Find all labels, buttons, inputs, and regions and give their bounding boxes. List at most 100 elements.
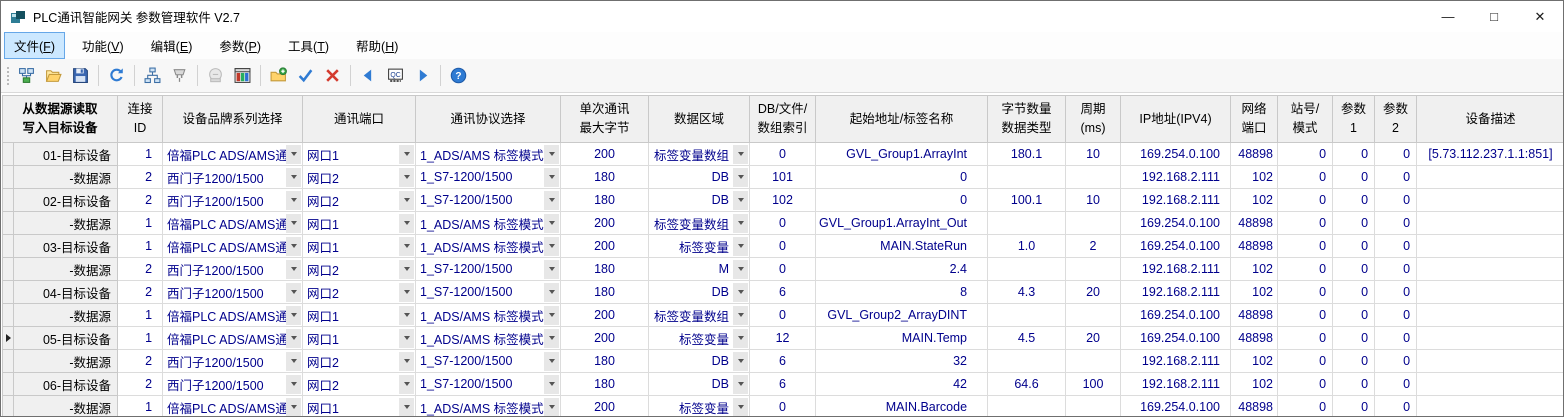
cell-param1[interactable]: 0	[1333, 304, 1375, 327]
dropdown-button[interactable]	[544, 329, 559, 348]
col-header-ip[interactable]: IP地址(IPV4)	[1121, 96, 1231, 143]
cell-conn_id[interactable]: 1	[118, 235, 163, 258]
dropdown-button[interactable]	[544, 283, 559, 302]
cell-bytes_type[interactable]: 100.1	[988, 189, 1066, 212]
dropdown-button[interactable]	[399, 329, 414, 348]
dropdown-button[interactable]	[399, 191, 414, 210]
cell-area[interactable]: 标签变量	[649, 235, 750, 258]
dropdown-button[interactable]	[544, 306, 559, 325]
cell-area[interactable]: 标签变量数组	[649, 304, 750, 327]
cell-address[interactable]: 32	[816, 350, 988, 373]
cell-port[interactable]: 网口2	[303, 258, 416, 281]
cell-ip[interactable]: 192.168.2.111	[1121, 189, 1231, 212]
dropdown-button[interactable]	[733, 283, 748, 302]
cell-port[interactable]: 网口1	[303, 235, 416, 258]
cell-conn_id[interactable]: 2	[118, 258, 163, 281]
cell-conn_id[interactable]: 1	[118, 327, 163, 350]
cell-address[interactable]: 0	[816, 189, 988, 212]
next-icon[interactable]	[410, 63, 435, 88]
connect-icon[interactable]	[14, 63, 39, 88]
cell-desc[interactable]	[1417, 258, 1563, 281]
cell-cycle[interactable]: 100	[1066, 373, 1121, 396]
cell-net_port[interactable]: 48898	[1231, 235, 1278, 258]
dropdown-button[interactable]	[544, 214, 559, 233]
row-header[interactable]: 03-目标设备	[14, 235, 118, 258]
cell-bytes_type[interactable]	[988, 396, 1066, 417]
cell-ip[interactable]: 192.168.2.111	[1121, 373, 1231, 396]
cell-net_port[interactable]: 102	[1231, 258, 1278, 281]
cell-param2[interactable]: 0	[1375, 189, 1417, 212]
cell-station[interactable]: 0	[1278, 166, 1333, 189]
cell-desc[interactable]	[1417, 189, 1563, 212]
cell-param2[interactable]: 0	[1375, 281, 1417, 304]
cell-bytes_type[interactable]	[988, 350, 1066, 373]
dropdown-button[interactable]	[544, 168, 559, 187]
cell-protocol[interactable]: 1_S7-1200/1500	[416, 166, 561, 189]
qc-icon[interactable]: QC	[383, 63, 408, 88]
cell-bytes_type[interactable]: 4.3	[988, 281, 1066, 304]
dropdown-button[interactable]	[286, 145, 301, 164]
cell-conn_id[interactable]: 1	[118, 396, 163, 417]
dropdown-button[interactable]	[399, 306, 414, 325]
cell-bytes_type[interactable]: 1.0	[988, 235, 1066, 258]
col-header-port[interactable]: 通讯端口	[303, 96, 416, 143]
cell-address[interactable]: 42	[816, 373, 988, 396]
cell-db_index[interactable]: 6	[750, 281, 816, 304]
cell-brand[interactable]: 倍福PLC ADS/AMS通讯	[163, 212, 303, 235]
cell-desc[interactable]	[1417, 212, 1563, 235]
cell-brand[interactable]: 西门子1200/1500	[163, 350, 303, 373]
cell-param1[interactable]: 0	[1333, 350, 1375, 373]
cell-conn_id[interactable]: 1	[118, 143, 163, 166]
cell-db_index[interactable]: 0	[750, 396, 816, 417]
cell-param1[interactable]: 0	[1333, 281, 1375, 304]
cell-max_bytes[interactable]: 200	[561, 396, 649, 417]
col-header-area[interactable]: 数据区域	[649, 96, 750, 143]
cell-max_bytes[interactable]: 180	[561, 258, 649, 281]
save-icon[interactable]	[68, 63, 93, 88]
cell-ip[interactable]: 169.254.0.100	[1121, 235, 1231, 258]
cell-protocol[interactable]: 1_ADS/AMS 标签模式	[416, 143, 561, 166]
row-selector[interactable]	[3, 396, 14, 417]
menu-item-e[interactable]: 编辑(E)	[141, 32, 203, 59]
cell-db_index[interactable]: 12	[750, 327, 816, 350]
dropdown-button[interactable]	[399, 237, 414, 256]
dropdown-button[interactable]	[544, 145, 559, 164]
dropdown-button[interactable]	[733, 145, 748, 164]
cell-conn_id[interactable]: 2	[118, 373, 163, 396]
cell-station[interactable]: 0	[1278, 143, 1333, 166]
cell-max_bytes[interactable]: 200	[561, 143, 649, 166]
cell-param2[interactable]: 0	[1375, 304, 1417, 327]
dropdown-button[interactable]	[286, 214, 301, 233]
dropdown-button[interactable]	[733, 191, 748, 210]
cell-station[interactable]: 0	[1278, 350, 1333, 373]
dropdown-button[interactable]	[399, 168, 414, 187]
dropdown-button[interactable]	[286, 260, 301, 279]
cell-param1[interactable]: 0	[1333, 258, 1375, 281]
cell-param2[interactable]: 0	[1375, 235, 1417, 258]
cell-ip[interactable]: 169.254.0.100	[1121, 143, 1231, 166]
cell-station[interactable]: 0	[1278, 327, 1333, 350]
cell-address[interactable]: 2.4	[816, 258, 988, 281]
check-icon[interactable]	[293, 63, 318, 88]
topology-icon[interactable]	[140, 63, 165, 88]
cell-net_port[interactable]: 102	[1231, 373, 1278, 396]
cell-station[interactable]: 0	[1278, 304, 1333, 327]
cell-net_port[interactable]: 48898	[1231, 396, 1278, 417]
cell-address[interactable]: MAIN.Temp	[816, 327, 988, 350]
cell-max_bytes[interactable]: 180	[561, 373, 649, 396]
row-header[interactable]: 06-目标设备	[14, 373, 118, 396]
cell-param1[interactable]: 0	[1333, 189, 1375, 212]
row-selector[interactable]	[3, 350, 14, 373]
cell-cycle[interactable]: 20	[1066, 327, 1121, 350]
dropdown-button[interactable]	[399, 260, 414, 279]
cell-cycle[interactable]	[1066, 396, 1121, 417]
cell-brand[interactable]: 西门子1200/1500	[163, 281, 303, 304]
col-header-param1[interactable]: 参数1	[1333, 96, 1375, 143]
cell-area[interactable]: 标签变量	[649, 327, 750, 350]
row-header[interactable]: -数据源	[14, 258, 118, 281]
row-header[interactable]: 05-目标设备	[14, 327, 118, 350]
cell-bytes_type[interactable]	[988, 166, 1066, 189]
row-selector[interactable]	[3, 258, 14, 281]
menu-item-h[interactable]: 帮助(H)	[346, 32, 408, 59]
cell-net_port[interactable]: 48898	[1231, 304, 1278, 327]
